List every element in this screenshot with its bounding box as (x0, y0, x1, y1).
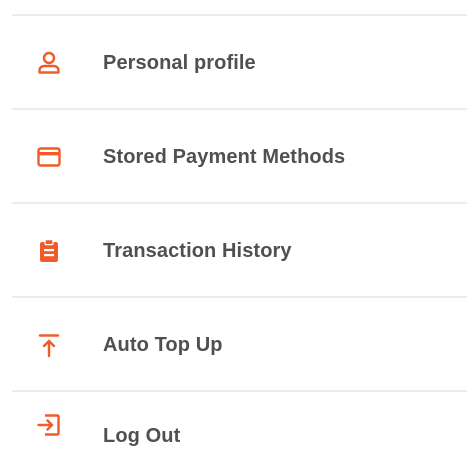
menu-item-label: Log Out (103, 425, 181, 447)
divider (12, 14, 467, 16)
menu-item-auto-top-up[interactable]: Auto Top Up (0, 299, 467, 391)
account-menu: Personal profile Stored Payment Methods … (0, 0, 467, 450)
arrow-up-to-line-icon (36, 332, 62, 358)
menu-item-label: Personal profile (103, 51, 256, 74)
divider (12, 390, 467, 392)
menu-item-personal-profile[interactable]: Personal profile (0, 17, 467, 109)
menu-item-log-out[interactable]: Log Out (0, 393, 467, 450)
log-out-icon (36, 412, 62, 438)
menu-item-label: Stored Payment Methods (103, 145, 346, 168)
menu-item-label: Auto Top Up (103, 333, 223, 356)
menu-item-transaction-history[interactable]: Transaction History (0, 205, 467, 297)
divider (12, 296, 467, 298)
menu-item-label: Transaction History (103, 239, 292, 262)
divider (12, 202, 467, 204)
divider (12, 108, 467, 110)
clipboard-icon (36, 238, 62, 264)
menu-item-stored-payment-methods[interactable]: Stored Payment Methods (0, 111, 467, 203)
credit-card-icon (36, 144, 62, 170)
person-icon (36, 50, 62, 76)
